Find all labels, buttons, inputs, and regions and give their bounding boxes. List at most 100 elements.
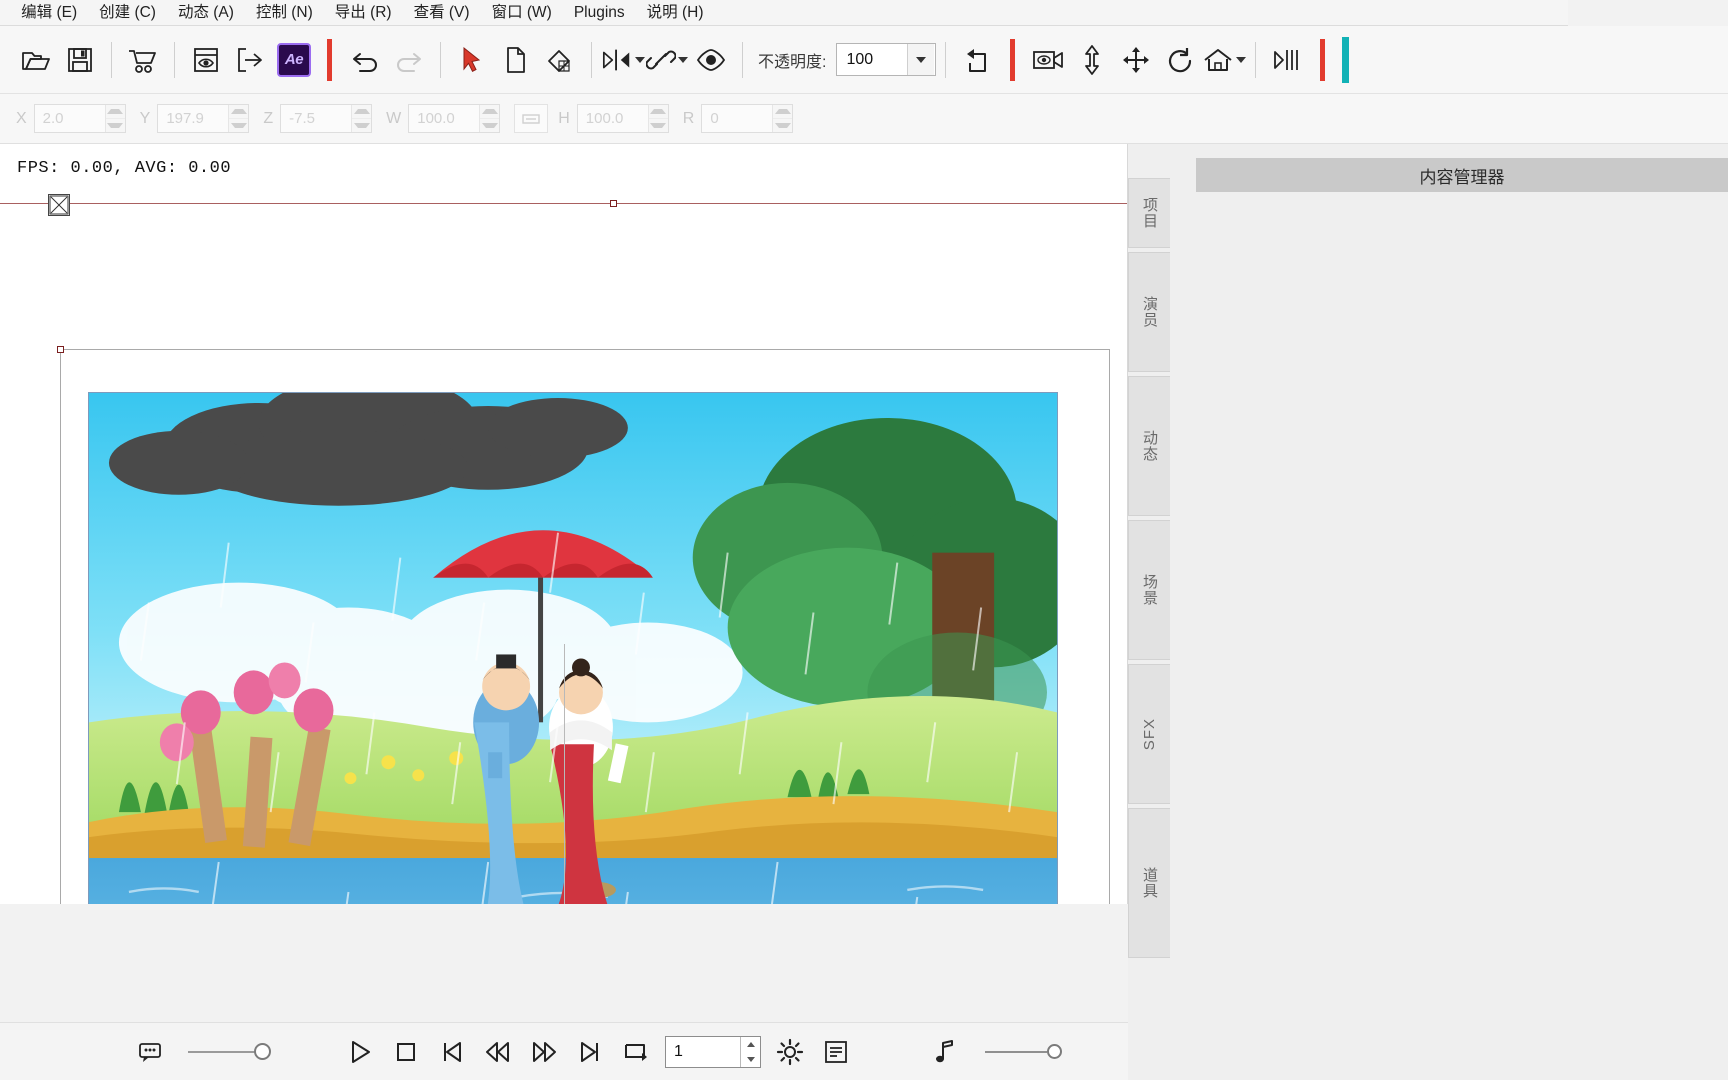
r-value: 0 (710, 110, 719, 127)
rotate-icon[interactable] (1158, 37, 1202, 83)
sidebar-item-project[interactable]: 项目 (1128, 178, 1170, 248)
y-stepper[interactable] (228, 105, 249, 132)
z-stepper[interactable] (351, 105, 372, 132)
sidebar-item-sfx[interactable]: SFX (1128, 664, 1170, 804)
h-stepper[interactable] (647, 105, 668, 132)
y-input[interactable]: 197.9 (157, 104, 250, 133)
last-frame-icon[interactable] (567, 1029, 613, 1075)
chevron-down-icon[interactable] (1236, 56, 1247, 63)
opacity-dropdown-arrow[interactable] (907, 44, 935, 75)
redo-icon[interactable] (387, 37, 431, 83)
frame-number-input[interactable] (665, 1035, 761, 1068)
z-label: Z (263, 109, 274, 127)
h-field-group: H 100.0 (558, 104, 669, 133)
reset-transform-icon[interactable] (955, 37, 999, 83)
toolbar-separator (742, 41, 743, 78)
loop-icon[interactable] (613, 1029, 659, 1075)
next-frame-icon[interactable] (521, 1029, 567, 1075)
r-input[interactable]: 0 (701, 104, 794, 133)
y-field-group: Y 197.9 (140, 104, 250, 133)
first-frame-icon[interactable] (429, 1029, 475, 1075)
prev-frame-icon[interactable] (475, 1029, 521, 1075)
property-bar: X 2.0 Y 197.9 Z -7.5 W 100.0 H 100.0 R 0 (0, 94, 1728, 144)
vtab-label-project: 项目 (1141, 197, 1158, 229)
render-icon[interactable] (1265, 37, 1309, 83)
menu-item-file[interactable]: ) (0, 0, 10, 26)
selection-handle-tl[interactable] (57, 346, 64, 353)
undo-icon[interactable] (343, 37, 387, 83)
playback-toolbar (0, 1022, 1128, 1080)
stop-icon[interactable] (383, 1029, 429, 1075)
h-value: 100.0 (585, 110, 624, 127)
move-icon[interactable] (1114, 37, 1158, 83)
stage-viewport[interactable]: FPS: 0.00, AVG: 0.00 (0, 144, 1128, 904)
vtab-label-scene: 场景 (1141, 574, 1158, 606)
menu-item-help[interactable]: 说明 (H) (636, 0, 715, 26)
x-stepper[interactable] (104, 105, 125, 132)
after-effects-icon[interactable]: Ae (272, 37, 316, 83)
flip-icon[interactable] (601, 37, 645, 83)
settings-gear-icon[interactable] (767, 1029, 813, 1075)
camera-view-icon[interactable] (1026, 37, 1070, 83)
home-view-icon[interactable] (1202, 37, 1247, 83)
shopping-cart-icon[interactable] (121, 37, 165, 83)
opacity-input[interactable] (837, 44, 908, 75)
toolbar-separator (440, 41, 441, 78)
paint-bucket-icon[interactable] (538, 37, 582, 83)
frame-input[interactable] (666, 1036, 736, 1067)
h-input[interactable]: 100.0 (576, 104, 669, 133)
menu-item-view[interactable]: 查看 (V) (403, 0, 481, 26)
r-field-group: R 0 (683, 104, 794, 133)
sidebar-item-scene[interactable]: 场景 (1128, 520, 1170, 660)
export-icon[interactable] (228, 37, 272, 83)
menu-item-edit[interactable]: 编辑 (E) (10, 0, 88, 26)
selection-handle-top[interactable] (610, 200, 617, 207)
open-folder-icon[interactable] (14, 37, 58, 83)
r-stepper[interactable] (772, 105, 793, 132)
save-icon[interactable] (58, 37, 102, 83)
play-icon[interactable] (337, 1029, 383, 1075)
timeline-list-icon[interactable] (813, 1029, 859, 1075)
menu-item-animation[interactable]: 动态 (A) (167, 0, 245, 26)
chevron-down-icon[interactable] (635, 56, 645, 63)
sidebar-item-actor[interactable]: 演员 (1128, 252, 1170, 372)
content-manager-panel: 内容管理器 模板 自定义 Prop Cus... 天气制作... 天气组件 (1128, 144, 1728, 1080)
w-stepper[interactable] (479, 105, 500, 132)
guide-line-horizontal (0, 203, 1127, 204)
frame-stepper[interactable] (740, 1036, 760, 1067)
x-input[interactable]: 2.0 (33, 104, 126, 133)
w-input[interactable]: 100.0 (408, 104, 501, 133)
link-wh-icon[interactable] (514, 104, 549, 133)
link-icon[interactable] (645, 37, 689, 83)
duplicate-icon[interactable] (494, 37, 538, 83)
z-input[interactable]: -7.5 (280, 104, 373, 133)
sidebar-item-prop[interactable]: 道具 (1128, 808, 1170, 958)
audio-volume-slider[interactable] (985, 1044, 1062, 1059)
slider-track (188, 1050, 258, 1053)
guide-line-vertical (564, 644, 565, 904)
timeline-slider[interactable] (188, 1043, 271, 1060)
chevron-down-icon[interactable] (678, 56, 688, 63)
select-arrow-icon[interactable] (450, 37, 494, 83)
eye-icon[interactable] (689, 37, 733, 83)
opacity-combo[interactable] (836, 43, 937, 76)
sidebar-item-animation[interactable]: 动态 (1128, 376, 1170, 516)
menu-item-create[interactable]: 创建 (C) (88, 0, 167, 26)
timeline-icon[interactable] (128, 1029, 174, 1075)
menu-item-export[interactable]: 导出 (R) (324, 0, 403, 26)
preview-icon[interactable] (184, 37, 228, 83)
transform-marker[interactable] (48, 194, 70, 216)
toolbar-teal-divider (1342, 36, 1350, 83)
toolbar-separator (174, 41, 175, 78)
opacity-label: 不透明度: (758, 53, 827, 71)
up-down-arrow-icon[interactable] (1070, 37, 1114, 83)
volume-knob[interactable] (1047, 1044, 1062, 1059)
menu-bar: ) 编辑 (E) 创建 (C) 动态 (A) 控制 (N) 导出 (R) 查看 … (0, 0, 1568, 26)
menu-item-control[interactable]: 控制 (N) (245, 0, 324, 26)
h-label: H (558, 109, 570, 127)
audio-note-icon[interactable] (923, 1029, 969, 1075)
menu-item-window[interactable]: 窗口 (W) (481, 0, 563, 26)
menu-item-plugins[interactable]: Plugins (563, 0, 636, 26)
slider-knob[interactable] (254, 1043, 271, 1060)
stage-artwork[interactable]: 舞台模式 (88, 392, 1058, 904)
